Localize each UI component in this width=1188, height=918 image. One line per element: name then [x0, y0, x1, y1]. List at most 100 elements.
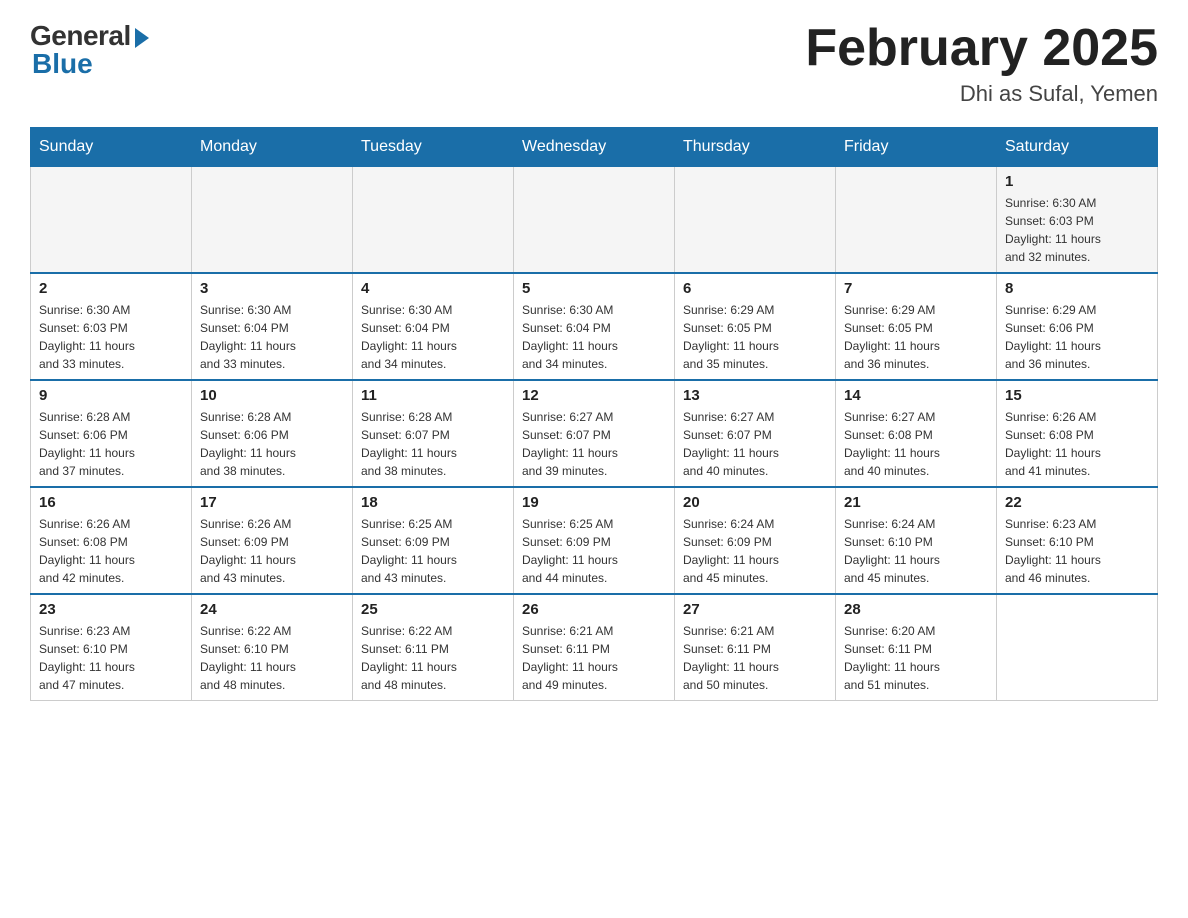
day-info: Sunrise: 6:30 AM Sunset: 6:04 PM Dayligh… [522, 301, 666, 373]
day-header-saturday: Saturday [997, 128, 1158, 167]
logo-blue-text: Blue [30, 48, 93, 80]
calendar-day-cell: 18Sunrise: 6:25 AM Sunset: 6:09 PM Dayli… [353, 487, 514, 594]
day-info: Sunrise: 6:24 AM Sunset: 6:10 PM Dayligh… [844, 515, 988, 587]
calendar-day-cell: 20 Sunrise: 6:24 AM Sunset: 6:09 PM Dayli… [675, 487, 836, 594]
day-header-tuesday: Tuesday [353, 128, 514, 167]
day-info: Sunrise: 6:30 AM Sunset: 6:03 PM Dayligh… [39, 301, 183, 373]
day-info: Sunrise: 6:26 AM Sunset: 6:09 PM Dayligh… [200, 515, 344, 587]
calendar-title: February 2025 [805, 20, 1158, 77]
day-number: 5 [522, 280, 666, 297]
day-number: 17 [200, 494, 344, 511]
calendar-week-row: 1 Sunrise: 6:30 AM Sunset: 6:03 PM Daylig… [31, 167, 1158, 274]
calendar-day-cell: 2 Sunrise: 6:30 AM Sunset: 6:03 PM Daylig… [31, 273, 192, 380]
day-number: 19 [522, 494, 666, 511]
day-info: Sunrise: 6:28 AM Sunset: 6:07 PM Dayligh… [361, 408, 505, 480]
day-number: 21 [844, 494, 988, 511]
day-info: Sunrise: 6:27 AM Sunset: 6:08 PM Dayligh… [844, 408, 988, 480]
calendar-day-cell [675, 167, 836, 274]
day-number: 10 [200, 387, 344, 404]
calendar-day-cell: 1 Sunrise: 6:30 AM Sunset: 6:03 PM Daylig… [997, 167, 1158, 274]
day-info: Sunrise: 6:30 AM Sunset: 6:04 PM Dayligh… [361, 301, 505, 373]
day-number: 1 [1005, 173, 1149, 190]
day-info: Sunrise: 6:30 AM Sunset: 6:04 PM Dayligh… [200, 301, 344, 373]
calendar-day-cell: 11 Sunrise: 6:28 AM Sunset: 6:07 PM Dayli… [353, 380, 514, 487]
calendar-day-cell: 9 Sunrise: 6:28 AM Sunset: 6:06 PM Daylig… [31, 380, 192, 487]
calendar-day-cell [192, 167, 353, 274]
calendar-day-cell [997, 594, 1158, 701]
calendar-day-cell: 22 Sunrise: 6:23 AM Sunset: 6:10 PM Dayli… [997, 487, 1158, 594]
calendar-day-cell: 12Sunrise: 6:27 AM Sunset: 6:07 PM Dayli… [514, 380, 675, 487]
day-number: 6 [683, 280, 827, 297]
calendar-day-cell: 28 Sunrise: 6:20 AM Sunset: 6:11 PM Dayli… [836, 594, 997, 701]
day-number: 15 [1005, 387, 1149, 404]
day-number: 26 [522, 601, 666, 618]
day-info: Sunrise: 6:30 AM Sunset: 6:03 PM Dayligh… [1005, 194, 1149, 266]
day-header-thursday: Thursday [675, 128, 836, 167]
day-info: Sunrise: 6:28 AM Sunset: 6:06 PM Dayligh… [200, 408, 344, 480]
calendar-day-cell: 27 Sunrise: 6:21 AM Sunset: 6:11 PM Dayli… [675, 594, 836, 701]
calendar-day-cell: 15 Sunrise: 6:26 AM Sunset: 6:08 PM Dayli… [997, 380, 1158, 487]
day-number: 16 [39, 494, 183, 511]
day-number: 20 [683, 494, 827, 511]
day-info: Sunrise: 6:28 AM Sunset: 6:06 PM Dayligh… [39, 408, 183, 480]
day-info: Sunrise: 6:25 AM Sunset: 6:09 PM Dayligh… [522, 515, 666, 587]
day-info: Sunrise: 6:25 AM Sunset: 6:09 PM Dayligh… [361, 515, 505, 587]
page-header: General Blue February 2025 Dhi as Sufal,… [30, 20, 1158, 107]
calendar-day-cell: 10 Sunrise: 6:28 AM Sunset: 6:06 PM Dayli… [192, 380, 353, 487]
day-number: 3 [200, 280, 344, 297]
day-number: 9 [39, 387, 183, 404]
calendar-day-cell [31, 167, 192, 274]
day-info: Sunrise: 6:22 AM Sunset: 6:10 PM Dayligh… [200, 622, 344, 694]
day-number: 14 [844, 387, 988, 404]
day-header-friday: Friday [836, 128, 997, 167]
day-number: 24 [200, 601, 344, 618]
calendar-table: SundayMondayTuesdayWednesdayThursdayFrid… [30, 127, 1158, 701]
calendar-day-cell: 19 Sunrise: 6:25 AM Sunset: 6:09 PM Dayli… [514, 487, 675, 594]
days-header-row: SundayMondayTuesdayWednesdayThursdayFrid… [31, 128, 1158, 167]
calendar-day-cell: 3 Sunrise: 6:30 AM Sunset: 6:04 PM Daylig… [192, 273, 353, 380]
day-info: Sunrise: 6:24 AM Sunset: 6:09 PM Dayligh… [683, 515, 827, 587]
title-block: February 2025 Dhi as Sufal, Yemen [805, 20, 1158, 107]
day-info: Sunrise: 6:23 AM Sunset: 6:10 PM Dayligh… [39, 622, 183, 694]
calendar-week-row: 9 Sunrise: 6:28 AM Sunset: 6:06 PM Daylig… [31, 380, 1158, 487]
day-number: 4 [361, 280, 505, 297]
calendar-day-cell: 16Sunrise: 6:26 AM Sunset: 6:08 PM Dayli… [31, 487, 192, 594]
calendar-week-row: 23 Sunrise: 6:23 AM Sunset: 6:10 PM Dayli… [31, 594, 1158, 701]
calendar-day-cell: 5 Sunrise: 6:30 AM Sunset: 6:04 PM Daylig… [514, 273, 675, 380]
day-number: 28 [844, 601, 988, 618]
day-info: Sunrise: 6:23 AM Sunset: 6:10 PM Dayligh… [1005, 515, 1149, 587]
day-info: Sunrise: 6:29 AM Sunset: 6:06 PM Dayligh… [1005, 301, 1149, 373]
calendar-location: Dhi as Sufal, Yemen [805, 81, 1158, 107]
day-info: Sunrise: 6:22 AM Sunset: 6:11 PM Dayligh… [361, 622, 505, 694]
calendar-week-row: 2 Sunrise: 6:30 AM Sunset: 6:03 PM Daylig… [31, 273, 1158, 380]
day-header-monday: Monday [192, 128, 353, 167]
day-number: 27 [683, 601, 827, 618]
calendar-day-cell [836, 167, 997, 274]
calendar-day-cell: 6 Sunrise: 6:29 AM Sunset: 6:05 PM Daylig… [675, 273, 836, 380]
day-number: 23 [39, 601, 183, 618]
logo-arrow-icon [135, 28, 149, 48]
day-number: 13 [683, 387, 827, 404]
day-info: Sunrise: 6:20 AM Sunset: 6:11 PM Dayligh… [844, 622, 988, 694]
calendar-day-cell: 25 Sunrise: 6:22 AM Sunset: 6:11 PM Dayli… [353, 594, 514, 701]
day-info: Sunrise: 6:26 AM Sunset: 6:08 PM Dayligh… [1005, 408, 1149, 480]
day-number: 22 [1005, 494, 1149, 511]
day-info: Sunrise: 6:21 AM Sunset: 6:11 PM Dayligh… [683, 622, 827, 694]
day-info: Sunrise: 6:27 AM Sunset: 6:07 PM Dayligh… [683, 408, 827, 480]
day-number: 8 [1005, 280, 1149, 297]
calendar-day-cell: 8 Sunrise: 6:29 AM Sunset: 6:06 PM Daylig… [997, 273, 1158, 380]
day-info: Sunrise: 6:29 AM Sunset: 6:05 PM Dayligh… [683, 301, 827, 373]
day-number: 2 [39, 280, 183, 297]
calendar-day-cell: 17 Sunrise: 6:26 AM Sunset: 6:09 PM Dayli… [192, 487, 353, 594]
day-info: Sunrise: 6:21 AM Sunset: 6:11 PM Dayligh… [522, 622, 666, 694]
calendar-day-cell [353, 167, 514, 274]
calendar-day-cell: 14 Sunrise: 6:27 AM Sunset: 6:08 PM Dayli… [836, 380, 997, 487]
calendar-day-cell: 26 Sunrise: 6:21 AM Sunset: 6:11 PM Dayli… [514, 594, 675, 701]
day-header-wednesday: Wednesday [514, 128, 675, 167]
day-info: Sunrise: 6:27 AM Sunset: 6:07 PM Dayligh… [522, 408, 666, 480]
calendar-day-cell: 24 Sunrise: 6:22 AM Sunset: 6:10 PM Dayli… [192, 594, 353, 701]
day-number: 7 [844, 280, 988, 297]
day-number: 25 [361, 601, 505, 618]
day-info: Sunrise: 6:29 AM Sunset: 6:05 PM Dayligh… [844, 301, 988, 373]
day-number: 11 [361, 387, 505, 404]
